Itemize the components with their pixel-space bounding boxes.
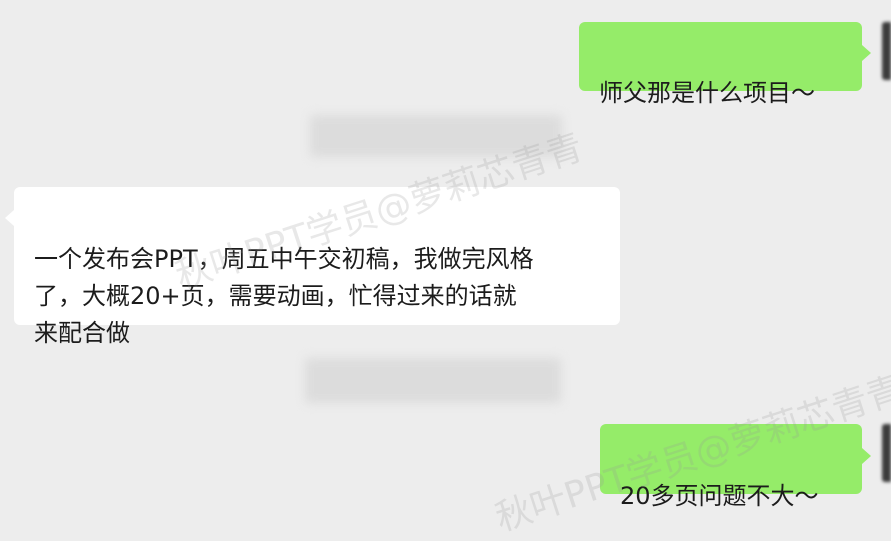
avatar[interactable]	[882, 424, 891, 482]
bubble-tail	[5, 210, 14, 226]
timestamp-blurred	[310, 115, 562, 157]
message-bubble-outgoing[interactable]: 20多页问题不大～	[600, 424, 862, 510]
avatar[interactable]	[882, 22, 891, 80]
message-text: 一个发布会PPT，周五中午交初稿，我做完风格 了，大概20+页，需要动画，忙得过…	[34, 245, 534, 347]
bubble-tail	[862, 45, 871, 61]
bubble-tail	[862, 448, 871, 464]
message-text: 20多页问题不大～	[620, 482, 819, 510]
message-text: 师父那是什么项目～	[599, 79, 815, 107]
message-bubble-incoming[interactable]: 一个发布会PPT，周五中午交初稿，我做完风格 了，大概20+页，需要动画，忙得过…	[14, 187, 620, 347]
timestamp-blurred	[305, 358, 561, 403]
message-bubble-outgoing[interactable]: 师父那是什么项目～	[579, 22, 862, 107]
